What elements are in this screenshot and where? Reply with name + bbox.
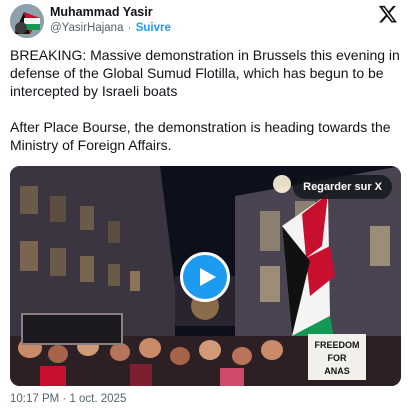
watch-on-x-button[interactable]: Regarder sur X [293,175,392,199]
sign-line: FOR [328,353,347,363]
author-name[interactable]: Muhammad Yasir [50,5,153,19]
play-button[interactable] [180,252,230,302]
sign-line: FREEDOM [315,340,360,350]
author-handle[interactable]: @YasirHajana [50,22,123,34]
play-icon [200,268,216,286]
tweet-timestamp[interactable]: 10:17 PM · 1 oct. 2025 [10,393,126,405]
avatar[interactable] [10,4,44,38]
x-logo-icon[interactable] [378,4,398,24]
author-handle-row: @YasirHajana · Suivre [50,22,171,34]
separator-dot: · [127,22,132,34]
sign-line: ANAS [324,366,350,376]
tweet-paragraph: After Place Bourse, the demonstration is… [10,119,391,153]
tweet-paragraph: BREAKING: Massive demonstration in Bruss… [10,47,400,99]
tweet-text: BREAKING: Massive demonstration in Bruss… [10,46,405,154]
follow-button[interactable]: Suivre [136,22,171,34]
tweet-card: Muhammad Yasir @YasirHajana · Suivre BRE… [0,0,410,410]
video-player[interactable]: FREEDOM FOR ANAS Regarder sur X [10,166,401,386]
